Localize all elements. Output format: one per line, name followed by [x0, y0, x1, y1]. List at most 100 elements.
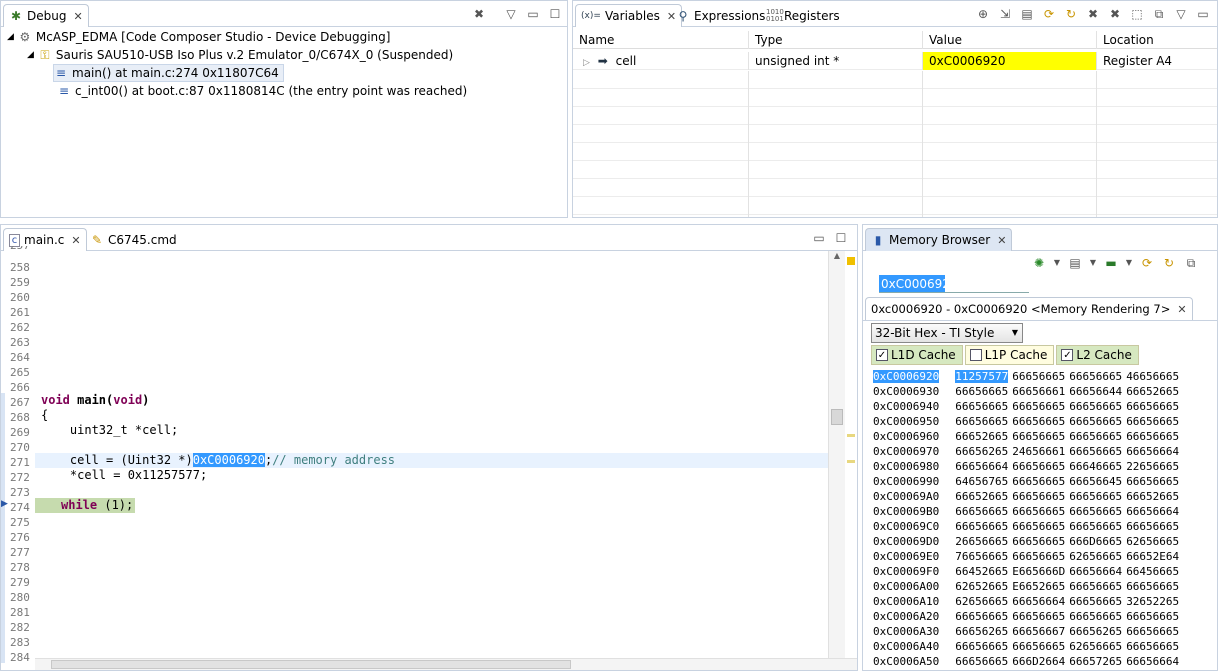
memory-value[interactable]: 66656665 [1012, 520, 1065, 533]
memory-value[interactable]: 62656665 [1069, 550, 1122, 563]
memory-value[interactable]: 66656665 [1012, 550, 1065, 563]
memory-value[interactable]: 66656665 [1012, 370, 1065, 383]
memory-value[interactable]: 66656665 [1069, 595, 1122, 608]
tab-memory-browser[interactable]: ▮ Memory Browser ✕ [865, 228, 1013, 251]
memory-value[interactable]: 66656665 [955, 520, 1008, 533]
tab-variables[interactable]: (x)= Variables ✕ [575, 4, 683, 27]
memory-value[interactable]: 66656665 [1012, 640, 1065, 653]
new-view-icon[interactable]: ⧉ [1183, 255, 1199, 271]
chip-icon[interactable]: ▬ [1103, 255, 1119, 271]
memory-value[interactable]: 66656665 [1126, 580, 1179, 593]
maximize-icon[interactable]: ☐ [833, 230, 849, 246]
tree-item-frame-main[interactable]: ≡ main() at main.c:274 0x11807C64 [53, 64, 284, 82]
memory-value[interactable]: 66656665 [1012, 460, 1065, 473]
memory-value[interactable]: 66656665 [1069, 520, 1122, 533]
memory-value[interactable]: 66656644 [1069, 385, 1122, 398]
memory-row[interactable]: 0xC00069D0 26656665 66656665 666D6665 626566… [873, 534, 1179, 549]
dropdown-icon[interactable]: ▼ [1125, 255, 1133, 271]
memory-row[interactable]: 0xC0006A20 66656665 66656665 66656665 666566… [873, 609, 1179, 624]
memory-value[interactable]: 66656665 [1069, 610, 1122, 623]
memory-value[interactable]: 66657265 [1069, 655, 1122, 668]
memory-value[interactable]: 66656665 [1126, 520, 1179, 533]
tree-item-frame-cint00[interactable]: ≡ c_int00() at boot.c:87 0x1180814C (the… [57, 82, 467, 100]
memory-value[interactable]: 66656665 [1126, 640, 1179, 653]
memory-value[interactable]: 66656664 [1012, 595, 1065, 608]
memory-value[interactable]: 62652665 [955, 580, 1008, 593]
tree-item-emulator[interactable]: ◢ ⚿ Sauris SAU510-USB Iso Plus v.2 Emula… [27, 46, 453, 64]
memory-value[interactable]: 46656665 [1126, 370, 1179, 383]
scroll-up-icon[interactable]: ▲ [829, 251, 845, 260]
remove-icon[interactable]: ✖ [1085, 6, 1101, 22]
memory-value[interactable]: 66656665 [1069, 505, 1122, 518]
memory-value[interactable]: 66656665 [955, 415, 1008, 428]
memory-value[interactable]: 26656665 [955, 535, 1008, 548]
memory-value[interactable]: 66656665 [1069, 430, 1122, 443]
variable-row[interactable]: ▷ ➡ cell unsigned int * 0xC0006920 Regis… [573, 52, 1217, 70]
memory-row[interactable]: 0xC0006A10 62656665 66656664 66656665 326522… [873, 594, 1179, 609]
memory-row[interactable]: 0xC00069E0 76656665 66656665 62656665 66652E… [873, 549, 1179, 564]
dropdown-icon[interactable]: ▼ [1089, 255, 1097, 271]
close-icon[interactable]: ✕ [997, 234, 1006, 247]
memory-value[interactable]: 66646665 [1069, 460, 1122, 473]
memory-value[interactable]: 66656664 [955, 460, 1008, 473]
memory-row[interactable]: 0xC0006940 66656665 66656665 66656665 666566… [873, 399, 1179, 414]
header-value[interactable]: Value [923, 31, 1097, 49]
memory-value[interactable]: 66656665 [955, 655, 1008, 668]
memory-value[interactable]: 66652665 [955, 490, 1008, 503]
memory-value[interactable]: 66452665 [955, 565, 1008, 578]
memory-row[interactable]: 0xC00069C0 66656665 66656665 66656665 666566… [873, 519, 1179, 534]
memory-value[interactable]: 66656665 [1126, 610, 1179, 623]
memory-value[interactable]: 66656665 [1012, 535, 1065, 548]
memory-row[interactable]: 0xC0006990 64656765 66656665 66656645 666566… [873, 474, 1179, 489]
memory-value[interactable]: 66456665 [1126, 565, 1179, 578]
refresh-icon[interactable]: ⟳ [1041, 6, 1057, 22]
add-watch-icon[interactable]: ⊕ [975, 6, 991, 22]
tab-expressions[interactable]: ⚲ Expressions [671, 4, 770, 27]
memory-row[interactable]: 0xC0006920 11257577 66656665 66656665 466566… [873, 369, 1179, 384]
dropdown-icon[interactable]: ▼ [1053, 255, 1061, 271]
selected-text[interactable]: 0xC0006920 [192, 453, 265, 467]
memory-row[interactable]: 0xC0006980 66656664 66656665 66646665 226566… [873, 459, 1179, 474]
close-icon[interactable]: ✕ [73, 10, 82, 23]
close-icon[interactable]: ✕ [71, 234, 80, 247]
checkbox[interactable]: ✓ [876, 349, 888, 361]
tab-registers[interactable]: 1010 0101 Registers [761, 4, 845, 27]
minimize-icon[interactable]: ▭ [1195, 6, 1211, 22]
memory-value[interactable]: 66656665 [1069, 400, 1122, 413]
memory-value[interactable]: 62656665 [1126, 535, 1179, 548]
memory-row[interactable]: 0xC0006930 66656665 66656661 66656644 666526… [873, 384, 1179, 399]
memory-value[interactable]: 62656665 [955, 595, 1008, 608]
memory-value[interactable]: 64656765 [955, 475, 1008, 488]
minimize-icon[interactable]: ▭ [811, 230, 827, 246]
memory-value[interactable]: 66656665 [955, 610, 1008, 623]
view-menu-icon[interactable]: ▽ [1173, 6, 1189, 22]
maximize-icon[interactable]: ☐ [547, 6, 563, 22]
memory-row[interactable]: 0xC00069F0 66452665 E665666D 66656664 664566… [873, 564, 1179, 579]
memory-value[interactable]: 66656665 [955, 640, 1008, 653]
memory-value[interactable]: 66656665 [1069, 370, 1122, 383]
tab-debug[interactable]: ✱ Debug ✕ [3, 4, 89, 27]
header-location[interactable]: Location [1097, 31, 1217, 49]
expand-arrow-icon[interactable]: ▷ [583, 58, 590, 68]
cache-toggle[interactable]: ✓ L2 Cache [1056, 345, 1139, 365]
tab-c6745-cmd[interactable]: ✎ C6745.cmd [85, 228, 182, 251]
memory-row[interactable]: 0xC00069A0 66652665 66656665 66656665 666526… [873, 489, 1179, 504]
new-view-icon[interactable]: ⧉ [1151, 6, 1167, 22]
memory-value[interactable]: 24656661 [1012, 445, 1065, 458]
cache-toggle[interactable]: L1P Cache [964, 345, 1055, 365]
cache-toggle[interactable]: ✓ L1D Cache [871, 345, 963, 365]
memory-value[interactable]: 66656665 [1012, 415, 1065, 428]
memory-row[interactable]: 0xC0006A00 62652665 E6652665 66656665 666566… [873, 579, 1179, 594]
memory-value[interactable]: 66656645 [1069, 475, 1122, 488]
expand-arrow-icon[interactable]: ◢ [7, 32, 14, 42]
memory-value[interactable]: E665666D [1012, 565, 1065, 578]
memory-value[interactable]: E6652665 [1012, 580, 1065, 593]
refresh-icon[interactable]: ⟳ [1139, 255, 1155, 271]
memory-value[interactable]: 66656265 [955, 625, 1008, 638]
close-icon[interactable]: ✕ [1177, 303, 1186, 316]
memory-value[interactable]: 66656665 [955, 400, 1008, 413]
horizontal-scrollbar[interactable] [35, 658, 857, 670]
expand-arrow-icon[interactable]: ◢ [27, 50, 34, 60]
memory-value[interactable]: 66656665 [1069, 415, 1122, 428]
remove-all-icon[interactable]: ✖ [1107, 6, 1123, 22]
